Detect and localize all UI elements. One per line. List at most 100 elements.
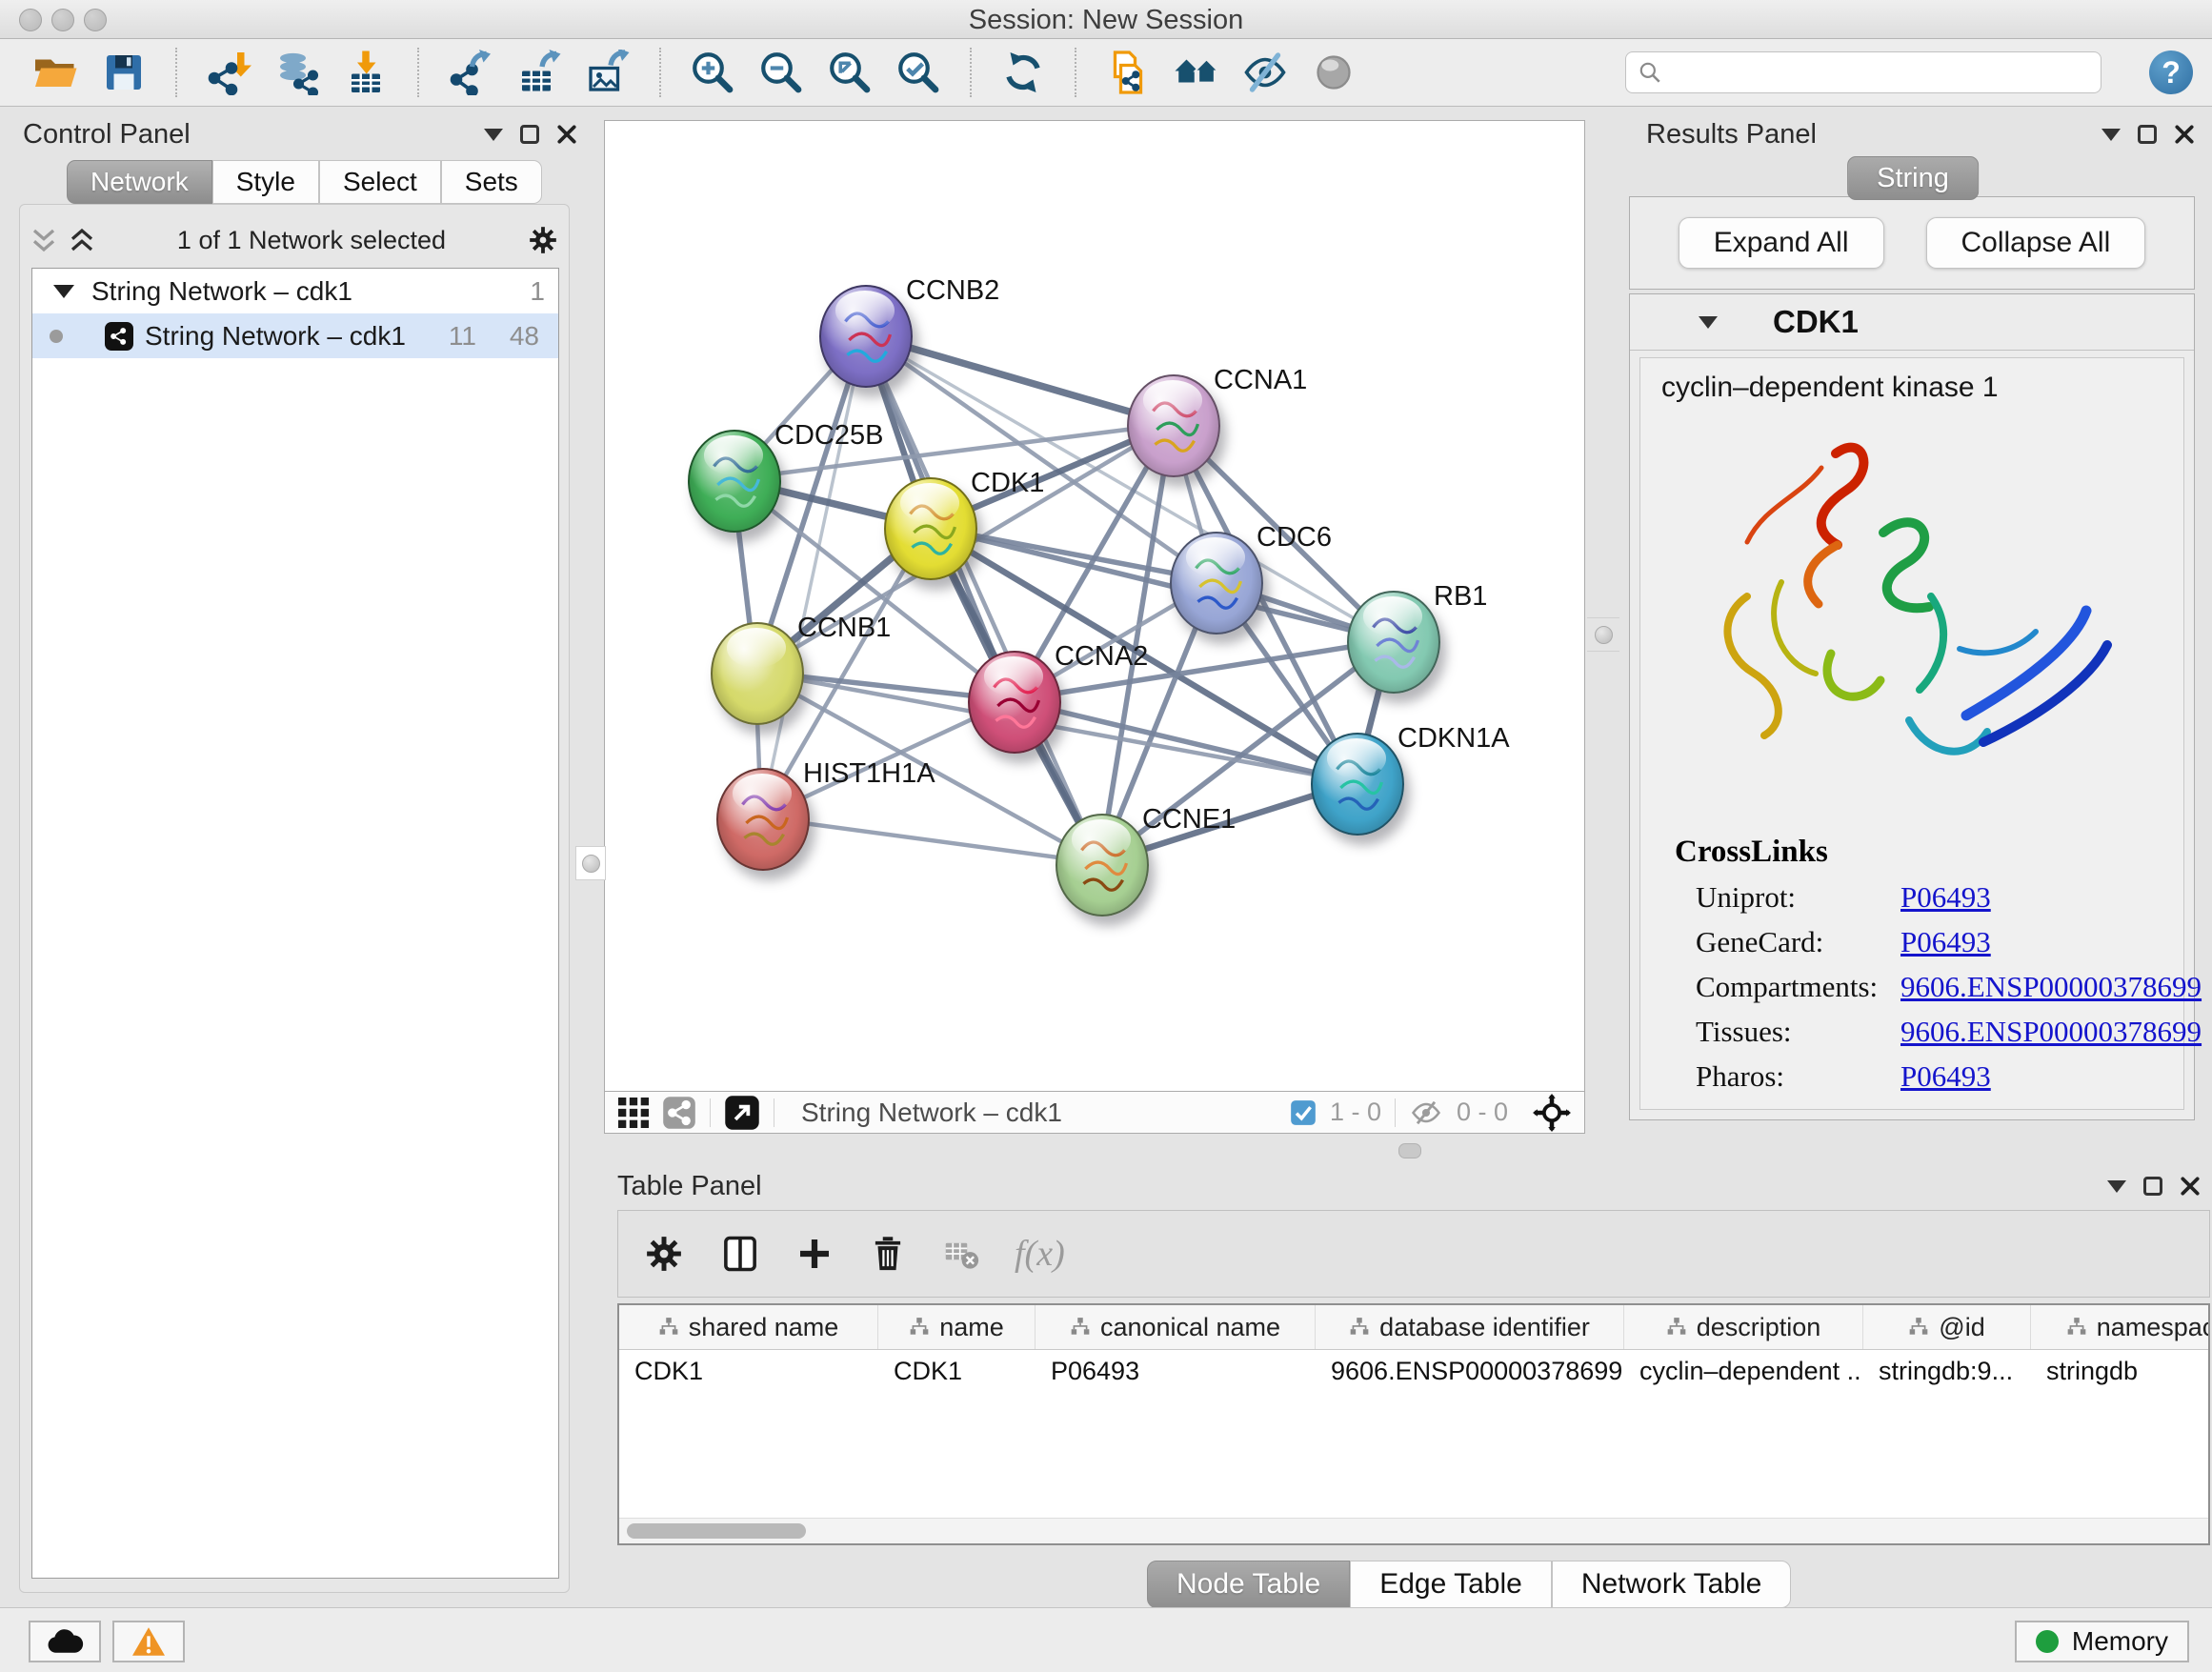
close-panel-icon[interactable] bbox=[2174, 124, 2195, 145]
column-header-@id[interactable]: @id bbox=[1863, 1305, 2031, 1349]
collapse-all-icon[interactable] bbox=[30, 226, 58, 254]
tab-style[interactable]: Style bbox=[212, 160, 319, 204]
network-selector-bar: 1 of 1 Network selected bbox=[30, 218, 559, 262]
network-node-CCNE1[interactable] bbox=[1056, 814, 1149, 917]
toolbar-separator bbox=[970, 48, 972, 97]
tab-network[interactable]: Network bbox=[67, 160, 212, 204]
column-header-database-identifier[interactable]: database identifier bbox=[1316, 1305, 1624, 1349]
network-node-CCNA2[interactable] bbox=[968, 651, 1061, 754]
memory-button[interactable]: Memory bbox=[2015, 1621, 2189, 1662]
import-network-database-icon[interactable] bbox=[274, 50, 320, 95]
open-session-icon[interactable] bbox=[32, 50, 78, 95]
left-splitter-handle[interactable] bbox=[575, 846, 606, 880]
zoom-fit-icon[interactable] bbox=[827, 50, 873, 95]
tab-edge-table[interactable]: Edge Table bbox=[1350, 1561, 1552, 1608]
column-header-shared-name[interactable]: shared name bbox=[619, 1305, 878, 1349]
network-row[interactable]: String Network – cdk1 11 48 bbox=[32, 313, 558, 358]
search-input[interactable] bbox=[1662, 57, 2089, 89]
protein-section-header[interactable]: CDK1 bbox=[1630, 294, 2194, 351]
show-columns-icon[interactable] bbox=[719, 1233, 761, 1275]
crosslink-value-link[interactable]: P06493 bbox=[1900, 880, 1991, 915]
panel-menu-icon[interactable] bbox=[2101, 129, 2121, 141]
zoom-out-icon[interactable] bbox=[758, 50, 804, 95]
scrollbar-thumb[interactable] bbox=[627, 1523, 806, 1539]
toolbar-separator bbox=[1075, 48, 1076, 97]
network-node-HIST1H1A[interactable] bbox=[716, 768, 810, 871]
zoom-in-icon[interactable] bbox=[690, 50, 735, 95]
export-table-icon[interactable] bbox=[516, 50, 562, 95]
hidden-counts: 0 - 0 bbox=[1457, 1098, 1508, 1127]
hidden-elements-icon[interactable] bbox=[1409, 1096, 1443, 1130]
create-column-icon[interactable] bbox=[795, 1235, 834, 1273]
grid-view-icon[interactable] bbox=[618, 1098, 649, 1128]
network-node-CDKN1A[interactable] bbox=[1311, 733, 1404, 836]
table-options-gear-icon[interactable] bbox=[643, 1233, 685, 1275]
expand-all-button[interactable]: Expand All bbox=[1679, 217, 1884, 269]
network-edge-CCNB2-HIST1H1A[interactable] bbox=[761, 334, 864, 817]
clone-network-icon[interactable] bbox=[1105, 50, 1151, 95]
collapse-all-button[interactable]: Collapse All bbox=[1926, 217, 2146, 269]
help-button[interactable]: ? bbox=[2149, 50, 2193, 94]
column-header-namespace[interactable]: namespace bbox=[2031, 1305, 2210, 1349]
network-node-RB1[interactable] bbox=[1347, 591, 1440, 694]
close-panel-icon[interactable] bbox=[556, 124, 577, 145]
column-header-canonical-name[interactable]: canonical name bbox=[1036, 1305, 1316, 1349]
crosslink-value-link[interactable]: 9606.ENSP00000378699 bbox=[1900, 970, 2202, 1004]
birds-eye-view-icon[interactable] bbox=[724, 1095, 760, 1131]
tab-string[interactable]: String bbox=[1847, 156, 1979, 200]
pan-crosshair-icon[interactable] bbox=[1533, 1094, 1571, 1132]
panel-menu-icon[interactable] bbox=[484, 129, 503, 141]
table-cell: CDK1 bbox=[878, 1350, 1036, 1392]
tab-node-table[interactable]: Node Table bbox=[1147, 1561, 1350, 1608]
close-panel-icon[interactable] bbox=[2180, 1176, 2201, 1197]
network-node-CCNB2[interactable] bbox=[819, 285, 913, 388]
section-expand-icon[interactable] bbox=[1699, 316, 1718, 329]
column-header-description[interactable]: description bbox=[1624, 1305, 1863, 1349]
network-node-CDC6[interactable] bbox=[1170, 532, 1263, 635]
crosslink-value-link[interactable]: 9606.ENSP00000378699 bbox=[1900, 1015, 2202, 1049]
save-session-icon[interactable] bbox=[101, 50, 147, 95]
network-node-CCNA1[interactable] bbox=[1127, 374, 1220, 477]
network-node-CDC25B[interactable] bbox=[688, 430, 781, 533]
network-view-mode-icon[interactable] bbox=[662, 1096, 696, 1130]
float-panel-icon[interactable] bbox=[2143, 1177, 2162, 1196]
column-header-name[interactable]: name bbox=[878, 1305, 1036, 1349]
crosslink-row: GeneCard:P06493 bbox=[1696, 925, 1991, 959]
network-collection-row[interactable]: String Network – cdk1 1 bbox=[32, 269, 558, 313]
first-neighbors-icon[interactable] bbox=[1174, 50, 1219, 95]
crosslink-value-link[interactable]: P06493 bbox=[1900, 1059, 1991, 1094]
right-splitter-handle[interactable] bbox=[1587, 617, 1619, 652]
panel-menu-icon[interactable] bbox=[2107, 1180, 2126, 1193]
horizontal-splitter-handle[interactable] bbox=[1398, 1143, 1421, 1158]
show-all-icon[interactable] bbox=[1311, 50, 1357, 95]
float-panel-icon[interactable] bbox=[520, 125, 539, 144]
float-panel-icon[interactable] bbox=[2138, 125, 2157, 144]
export-network-icon[interactable] bbox=[448, 50, 493, 95]
cloud-button[interactable] bbox=[29, 1621, 101, 1662]
delete-column-icon[interactable] bbox=[868, 1234, 908, 1274]
current-network-title: String Network – cdk1 bbox=[801, 1098, 1062, 1128]
crosslink-value-link[interactable]: P06493 bbox=[1900, 925, 1991, 959]
tab-select[interactable]: Select bbox=[319, 160, 441, 204]
table-horizontal-scrollbar[interactable] bbox=[619, 1518, 2208, 1543]
collection-expand-icon[interactable] bbox=[53, 285, 74, 298]
node-label-RB1: RB1 bbox=[1434, 581, 1487, 613]
expand-all-icon[interactable] bbox=[68, 226, 96, 254]
import-network-file-icon[interactable] bbox=[206, 50, 251, 95]
network-node-CCNB1[interactable] bbox=[711, 622, 804, 725]
network-canvas[interactable]: CCNB2CCNA1CDC25BCDK1CDC6RB1CCNB1CCNA2CDK… bbox=[604, 120, 1585, 1092]
hide-selected-icon[interactable] bbox=[1242, 50, 1288, 95]
tab-network-table[interactable]: Network Table bbox=[1552, 1561, 1792, 1608]
node-label-CCNE1: CCNE1 bbox=[1142, 804, 1236, 836]
network-edge-HIST1H1A-CCNE1[interactable] bbox=[761, 817, 1100, 863]
tab-sets[interactable]: Sets bbox=[441, 160, 542, 204]
selected-nodes-checkbox-icon[interactable] bbox=[1290, 1099, 1317, 1126]
warnings-button[interactable] bbox=[112, 1621, 185, 1662]
import-table-icon[interactable] bbox=[343, 50, 389, 95]
network-options-gear-icon[interactable] bbox=[527, 224, 559, 256]
export-image-icon[interactable] bbox=[585, 50, 631, 95]
table-row[interactable]: CDK1CDK1P064939606.ENSP00000378699cyclin… bbox=[619, 1350, 2208, 1392]
update-network-icon[interactable] bbox=[1000, 50, 1046, 95]
zoom-selected-icon[interactable] bbox=[895, 50, 941, 95]
network-node-CDK1[interactable] bbox=[884, 477, 977, 580]
